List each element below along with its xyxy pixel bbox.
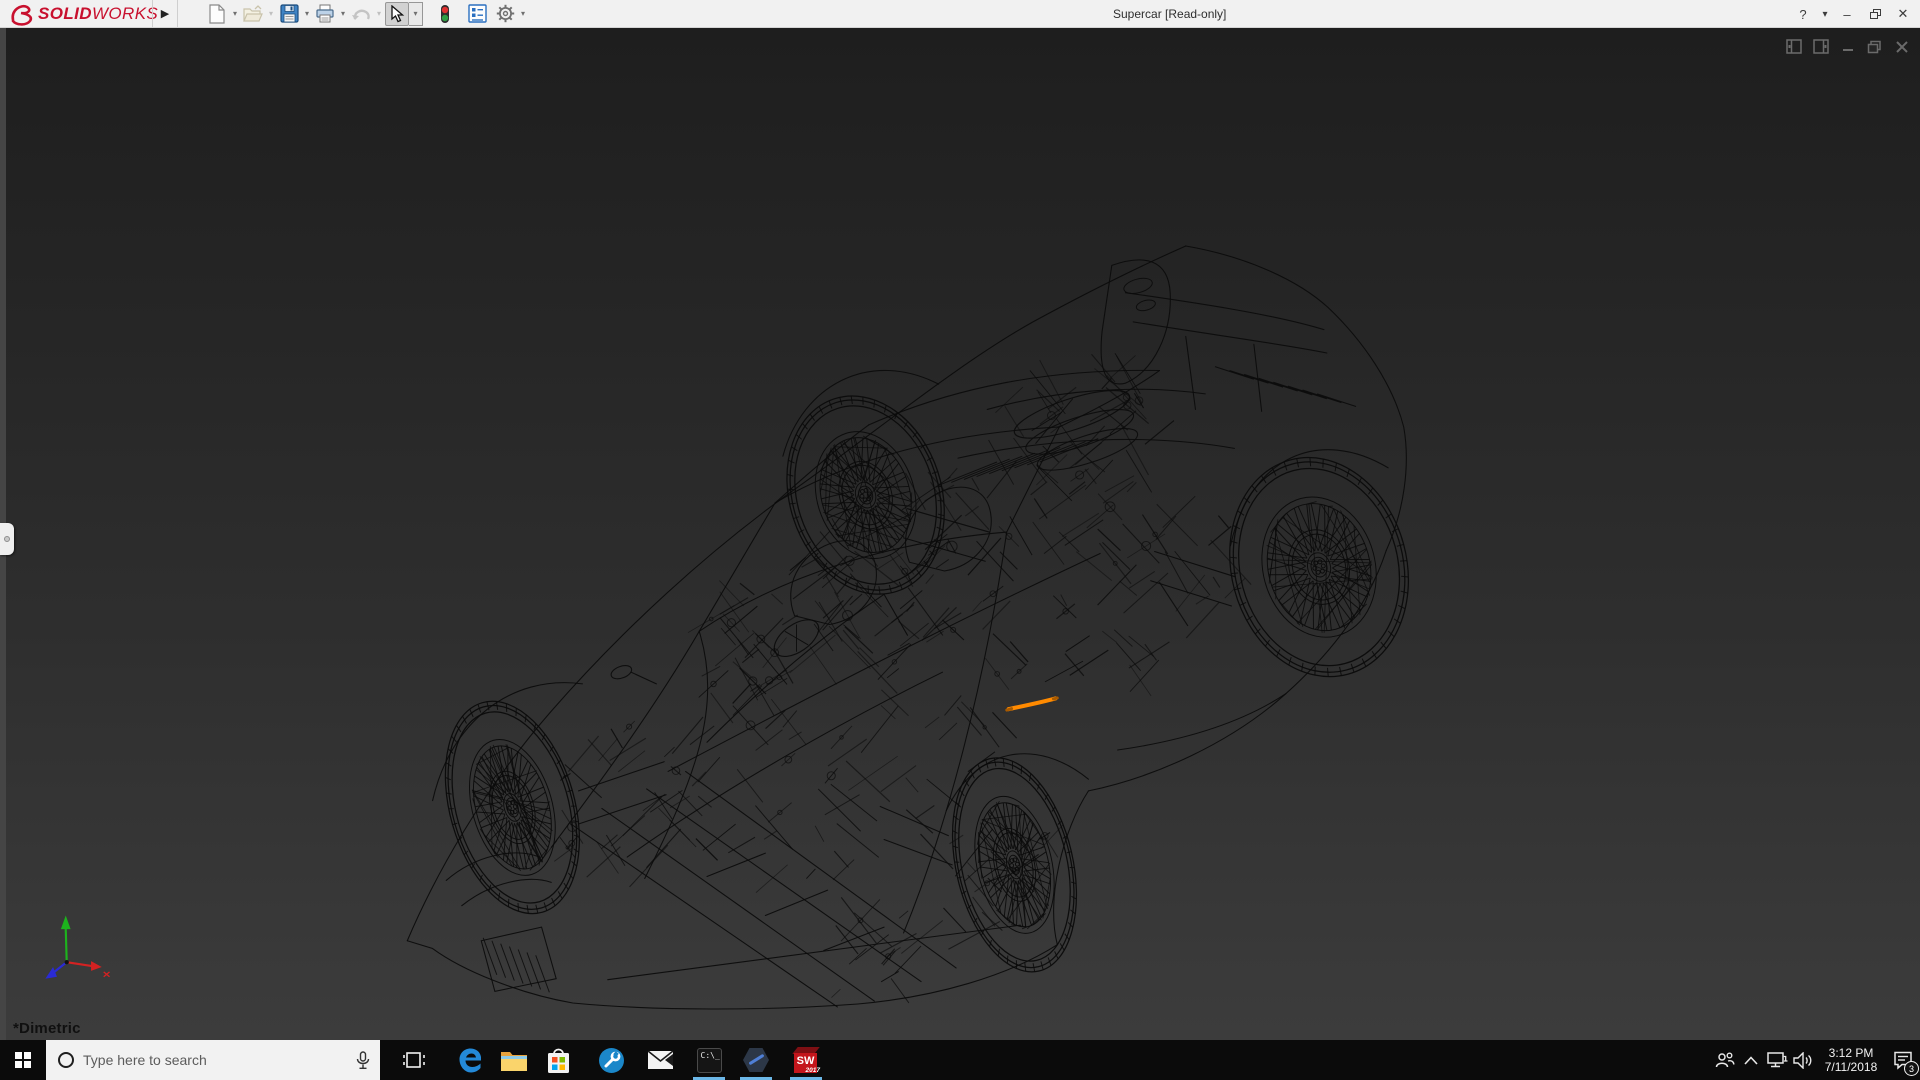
doc-close-button[interactable]: [1893, 38, 1910, 55]
graphics-viewport[interactable]: *Dimetric: [0, 28, 1920, 1040]
system-tray: 3:12 PM 7/11/2018 3: [1712, 1040, 1920, 1080]
network-button[interactable]: [1764, 1040, 1790, 1080]
document-window-controls: [1785, 38, 1910, 55]
quick-access-toolbar: ▾ ▾ ▾ ▾ ▾ ▾ ▾: [205, 0, 529, 27]
store-icon: [547, 1048, 569, 1073]
brand-solid: SOLID: [38, 4, 92, 23]
save-button[interactable]: [277, 2, 301, 26]
speaker-icon: [1793, 1051, 1812, 1069]
people-icon: [1715, 1052, 1735, 1067]
title-bar: SOLIDWORKS ▶ ▾ ▾ ▾ ▾ ▾ ▾ ▾ Supercar [Rea…: [0, 0, 1920, 28]
restore-button[interactable]: [1864, 7, 1886, 22]
undo-arrow-icon: [352, 9, 370, 20]
rebuild-button[interactable]: [433, 2, 457, 26]
select-cursor-icon: [391, 4, 405, 22]
new-document-dropdown[interactable]: ▾: [229, 9, 241, 18]
task-view-button[interactable]: [394, 1040, 434, 1080]
flyout-arrow-icon: ▶: [160, 8, 170, 20]
minimize-button[interactable]: –: [1836, 7, 1858, 22]
doc-restore-button[interactable]: [1866, 38, 1883, 55]
solidworks-app-button[interactable]: SW 2017: [786, 1040, 826, 1080]
clock-date: 7/11/2018: [1824, 1060, 1878, 1074]
brand-works: WORKS: [91, 4, 159, 23]
new-document-icon: [209, 3, 225, 24]
taskbar-clock[interactable]: 3:12 PM 7/11/2018: [1820, 1046, 1882, 1074]
clock-time: 3:12 PM: [1828, 1046, 1874, 1060]
select-tool-dropdown[interactable]: ▾: [409, 1, 423, 26]
save-floppy-icon: [279, 4, 299, 23]
options-button[interactable]: [493, 2, 517, 26]
solidworks-logo: SOLIDWORKS: [8, 2, 158, 26]
help-button[interactable]: ?: [1792, 7, 1814, 22]
microphone-icon[interactable]: [356, 1050, 370, 1070]
orientation-triad: [45, 915, 110, 979]
people-button[interactable]: [1712, 1040, 1738, 1080]
wireframe-car-canvas[interactable]: [0, 28, 1920, 1040]
save-dropdown[interactable]: ▾: [301, 9, 313, 18]
properties-button[interactable]: [465, 2, 489, 26]
open-dropdown[interactable]: ▾: [265, 9, 277, 18]
edge-button[interactable]: [450, 1040, 490, 1080]
traffic-light-icon: [441, 4, 449, 23]
doc-minimize-button[interactable]: [1839, 38, 1856, 55]
mail-button[interactable]: [640, 1040, 680, 1080]
file-explorer-button[interactable]: [494, 1040, 534, 1080]
solidworks-app-icon: SW 2017: [792, 1046, 820, 1074]
print-dropdown[interactable]: ▾: [337, 9, 349, 18]
task-view-icon: [403, 1052, 425, 1068]
search-input[interactable]: [83, 1052, 356, 1068]
undo-button[interactable]: [349, 2, 373, 26]
windows-taskbar: C:\_ SW 2017: [0, 1040, 1920, 1080]
store-button[interactable]: [538, 1040, 578, 1080]
edge-icon: [459, 1048, 481, 1072]
options-dropdown[interactable]: ▾: [517, 9, 529, 18]
start-button[interactable]: [0, 1040, 46, 1080]
pane-left-icon[interactable]: [1785, 38, 1802, 55]
document-title: Supercar [Read-only]: [1113, 7, 1227, 21]
cortana-icon: [58, 1052, 74, 1068]
open-folder-icon: [243, 4, 263, 22]
toolbar-flyout-button[interactable]: ▶: [152, 0, 178, 27]
notification-badge: 3: [1904, 1061, 1919, 1076]
hexagon-app-button[interactable]: [736, 1040, 776, 1080]
undo-dropdown[interactable]: ▾: [373, 9, 385, 18]
chevron-up-icon: [1744, 1055, 1758, 1065]
hexagon-app-icon: [743, 1048, 769, 1072]
file-explorer-icon: [501, 1051, 527, 1071]
ethernet-icon: [1766, 1051, 1787, 1067]
wrench-circle-icon: [598, 1047, 624, 1073]
window-controls: ? ▾ – ✕: [1792, 0, 1914, 28]
windows-logo-icon: [15, 1052, 31, 1068]
select-tool-button[interactable]: [385, 1, 409, 26]
command-prompt-icon: C:\_: [696, 1047, 722, 1073]
mail-icon: [647, 1050, 673, 1069]
help-dropdown[interactable]: ▾: [1820, 9, 1830, 20]
close-button[interactable]: ✕: [1892, 6, 1914, 22]
action-center-button[interactable]: 3: [1886, 1040, 1920, 1080]
print-icon: [316, 4, 334, 23]
support-tool-button[interactable]: [591, 1040, 631, 1080]
solidworks-window: SOLIDWORKS ▶ ▾ ▾ ▾ ▾ ▾ ▾ ▾ Supercar [Rea…: [0, 0, 1920, 1080]
restore-icon: [1869, 8, 1881, 19]
options-list-icon: [467, 4, 487, 23]
taskbar-search[interactable]: [46, 1040, 380, 1080]
pane-right-icon[interactable]: [1812, 38, 1829, 55]
view-orientation-label: *Dimetric: [13, 1020, 81, 1037]
volume-button[interactable]: [1790, 1040, 1816, 1080]
tray-overflow-button[interactable]: [1738, 1040, 1764, 1080]
new-document-button[interactable]: [205, 2, 229, 26]
ds-logo-icon: [11, 4, 33, 26]
open-button[interactable]: [241, 2, 265, 26]
command-prompt-button[interactable]: C:\_: [689, 1040, 729, 1080]
print-button[interactable]: [313, 2, 337, 26]
gear-icon: [496, 4, 514, 23]
